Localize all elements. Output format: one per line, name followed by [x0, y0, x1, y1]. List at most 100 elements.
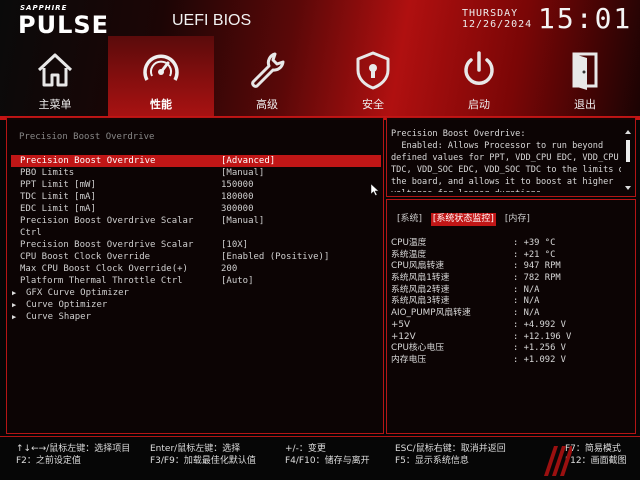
reading-value: : N/A	[513, 284, 540, 295]
header-bar: SAPPHIRE PULSE UEFI BIOS THURSDAY 12/26/…	[0, 0, 640, 120]
weekday-label: THURSDAY	[462, 8, 519, 19]
reading-value: : +4.992 V	[513, 319, 566, 330]
speedometer-icon	[143, 54, 179, 81]
date-label: 12/26/2024	[462, 19, 533, 30]
setting-value: [Manual]	[221, 216, 265, 226]
monitor-row: 系统风扇2转速 : N/A	[391, 285, 631, 297]
tab-system[interactable]: [系统]	[395, 213, 424, 226]
help-text: Precision Boost Overdrive: Enabled: Allo…	[391, 129, 621, 192]
setting-pbo-scalar-ctrl[interactable]: Precision Boost Overdrive Scalar Ctrl [M…	[11, 215, 381, 239]
hardware-monitor-panel: [系统] [系统状态监控] [内存] CPU温度: +39 °C 系统温度: +…	[386, 199, 636, 434]
setting-value: [Enabled (Positive)]	[221, 252, 330, 262]
brand-main-text: PULSE	[18, 11, 110, 39]
exit-door-icon	[572, 52, 598, 90]
tab-advanced[interactable]: 高级	[214, 36, 320, 116]
hint-screenshot: F12：画面截图	[565, 456, 627, 466]
hint-previous-values: F2：之前设定值	[16, 456, 81, 466]
tab-boot[interactable]: 启动	[426, 36, 532, 116]
tab-security[interactable]: 安全	[320, 36, 426, 116]
monitor-row: 系统风扇3转速: N/A	[391, 296, 631, 308]
section-title: Precision Boost Overdrive	[19, 132, 155, 142]
wrench-icon	[251, 52, 285, 88]
monitor-row: 内存电压: +1.092 V	[391, 355, 631, 367]
tab-advanced-label: 高级	[256, 98, 278, 111]
setting-label: Precision Boost Overdrive	[20, 156, 156, 166]
setting-label: TDC Limit [mA]	[20, 192, 96, 202]
setting-value: 300000	[221, 204, 254, 214]
setting-label: Max CPU Boost Clock Override(+)	[20, 264, 188, 274]
reading-label: 系统风扇2转速	[391, 284, 450, 295]
monitor-row: 系统温度: +21 °C	[391, 250, 631, 262]
monitor-row: +5V: +4.992 V	[391, 320, 631, 332]
scroll-down-arrow-icon[interactable]	[625, 186, 631, 190]
tab-performance-label: 性能	[150, 98, 172, 111]
tab-security-label: 安全	[362, 98, 384, 111]
submenu-gfx-curve-optimizer[interactable]: ▶ GFX Curve Optimizer	[11, 287, 381, 299]
reading-value: : +12.196 V	[513, 331, 572, 342]
scroll-thumb[interactable]	[626, 140, 630, 162]
setting-value: 180000	[221, 192, 254, 202]
reading-value: : 782 RPM	[513, 273, 561, 284]
monitor-tabs: [系统] [系统状态监控] [内存]	[395, 213, 536, 226]
setting-pbo-limits[interactable]: PBO Limits [Manual]	[11, 167, 381, 179]
submenu-label: GFX Curve Optimizer	[26, 288, 129, 298]
reading-label: CPU温度	[391, 238, 427, 248]
monitor-row: CPU风扇转速 : 947 RPM	[391, 261, 631, 273]
reading-label: CPU风扇转速	[391, 261, 445, 272]
reading-label: 系统风扇1转速	[391, 273, 450, 284]
setting-label-continued: Ctrl	[20, 228, 42, 238]
brand-logo: SAPPHIRE PULSE	[14, 4, 174, 40]
setting-cpu-boost-clock-override[interactable]: CPU Boost Clock Override [Enabled (Posit…	[11, 251, 381, 263]
tab-memory[interactable]: [内存]	[503, 213, 532, 226]
monitor-row: AIO_PUMP风扇转速: N/A	[391, 308, 631, 320]
reading-label: +12V	[391, 331, 416, 342]
monitor-row: +12V : +12.196 V	[391, 332, 631, 344]
reading-value: : 947 RPM	[513, 261, 561, 272]
setting-max-cpu-boost-override[interactable]: Max CPU Boost Clock Override(+) 200	[11, 263, 381, 275]
setting-label: EDC Limit [mA]	[20, 204, 96, 214]
setting-ppt-limit[interactable]: PPT Limit [mW] 150000	[11, 179, 381, 191]
hint-save-exit: F4/F10：储存与离开	[285, 456, 370, 466]
reading-value: : +1.092 V	[513, 354, 566, 365]
main-nav: 主菜单 性能 高级 安全 启动 退出	[0, 36, 640, 116]
scroll-up-arrow-icon[interactable]	[625, 130, 631, 134]
monitor-readings: CPU温度: +39 °C 系统温度: +21 °C CPU风扇转速 : 947 …	[391, 238, 631, 367]
hint-load-defaults: F3/F9：加载最佳化默认值	[150, 456, 256, 466]
submenu-curve-shaper[interactable]: ▶ Curve Shaper	[11, 311, 381, 323]
monitor-row: CPU温度: +39 °C	[391, 238, 631, 250]
setting-pbo-scalar[interactable]: Precision Boost Overdrive Scalar [10X]	[11, 239, 381, 251]
power-icon	[464, 51, 494, 85]
help-scrollbar[interactable]	[625, 130, 631, 190]
hint-system-info: F5：显示系统信息	[395, 456, 469, 466]
tab-main-label: 主菜单	[38, 98, 72, 111]
clock: 15:01	[538, 2, 633, 35]
submenu-label: Curve Optimizer	[26, 300, 108, 310]
setting-tdc-limit[interactable]: TDC Limit [mA] 180000	[11, 191, 381, 203]
setting-edc-limit[interactable]: EDC Limit [mA] 300000	[11, 203, 381, 215]
settings-panel: Precision Boost Overdrive Precision Boos…	[6, 117, 384, 434]
setting-value: [Manual]	[221, 168, 265, 178]
setting-label: PBO Limits	[20, 168, 75, 178]
setting-label: PPT Limit [mW]	[20, 180, 96, 190]
submenu-curve-optimizer[interactable]: ▶ Curve Optimizer	[11, 299, 381, 311]
tab-system-status[interactable]: [系统状态监控]	[430, 213, 496, 226]
tab-exit[interactable]: 退出	[532, 36, 638, 116]
tab-main[interactable]: 主菜单	[2, 36, 108, 116]
reading-label: 系统温度	[391, 249, 427, 260]
setting-pbo-mode[interactable]: Precision Boost Overdrive [Advanced]	[11, 155, 381, 167]
setting-value: 200	[221, 264, 238, 274]
tab-performance[interactable]: 性能	[108, 36, 214, 116]
submenu-label: Curve Shaper	[26, 312, 92, 322]
setting-platform-thermal-throttle[interactable]: Platform Thermal Throttle Ctrl [Auto]	[11, 275, 381, 287]
decorative-stripes-icon	[544, 446, 572, 476]
setting-value: [Auto]	[221, 276, 254, 286]
submenu-arrow-icon: ▶	[12, 289, 17, 297]
setting-value: [10X]	[221, 240, 249, 250]
setting-value: [Advanced]	[221, 156, 276, 166]
bios-title: UEFI BIOS	[172, 12, 252, 29]
tab-exit-label: 退出	[574, 98, 596, 111]
help-panel: Precision Boost Overdrive: Enabled: Allo…	[386, 117, 636, 197]
setting-label: Precision Boost Overdrive Scalar	[20, 216, 194, 226]
setting-label: Platform Thermal Throttle Ctrl	[20, 276, 183, 286]
shield-icon	[356, 51, 390, 90]
